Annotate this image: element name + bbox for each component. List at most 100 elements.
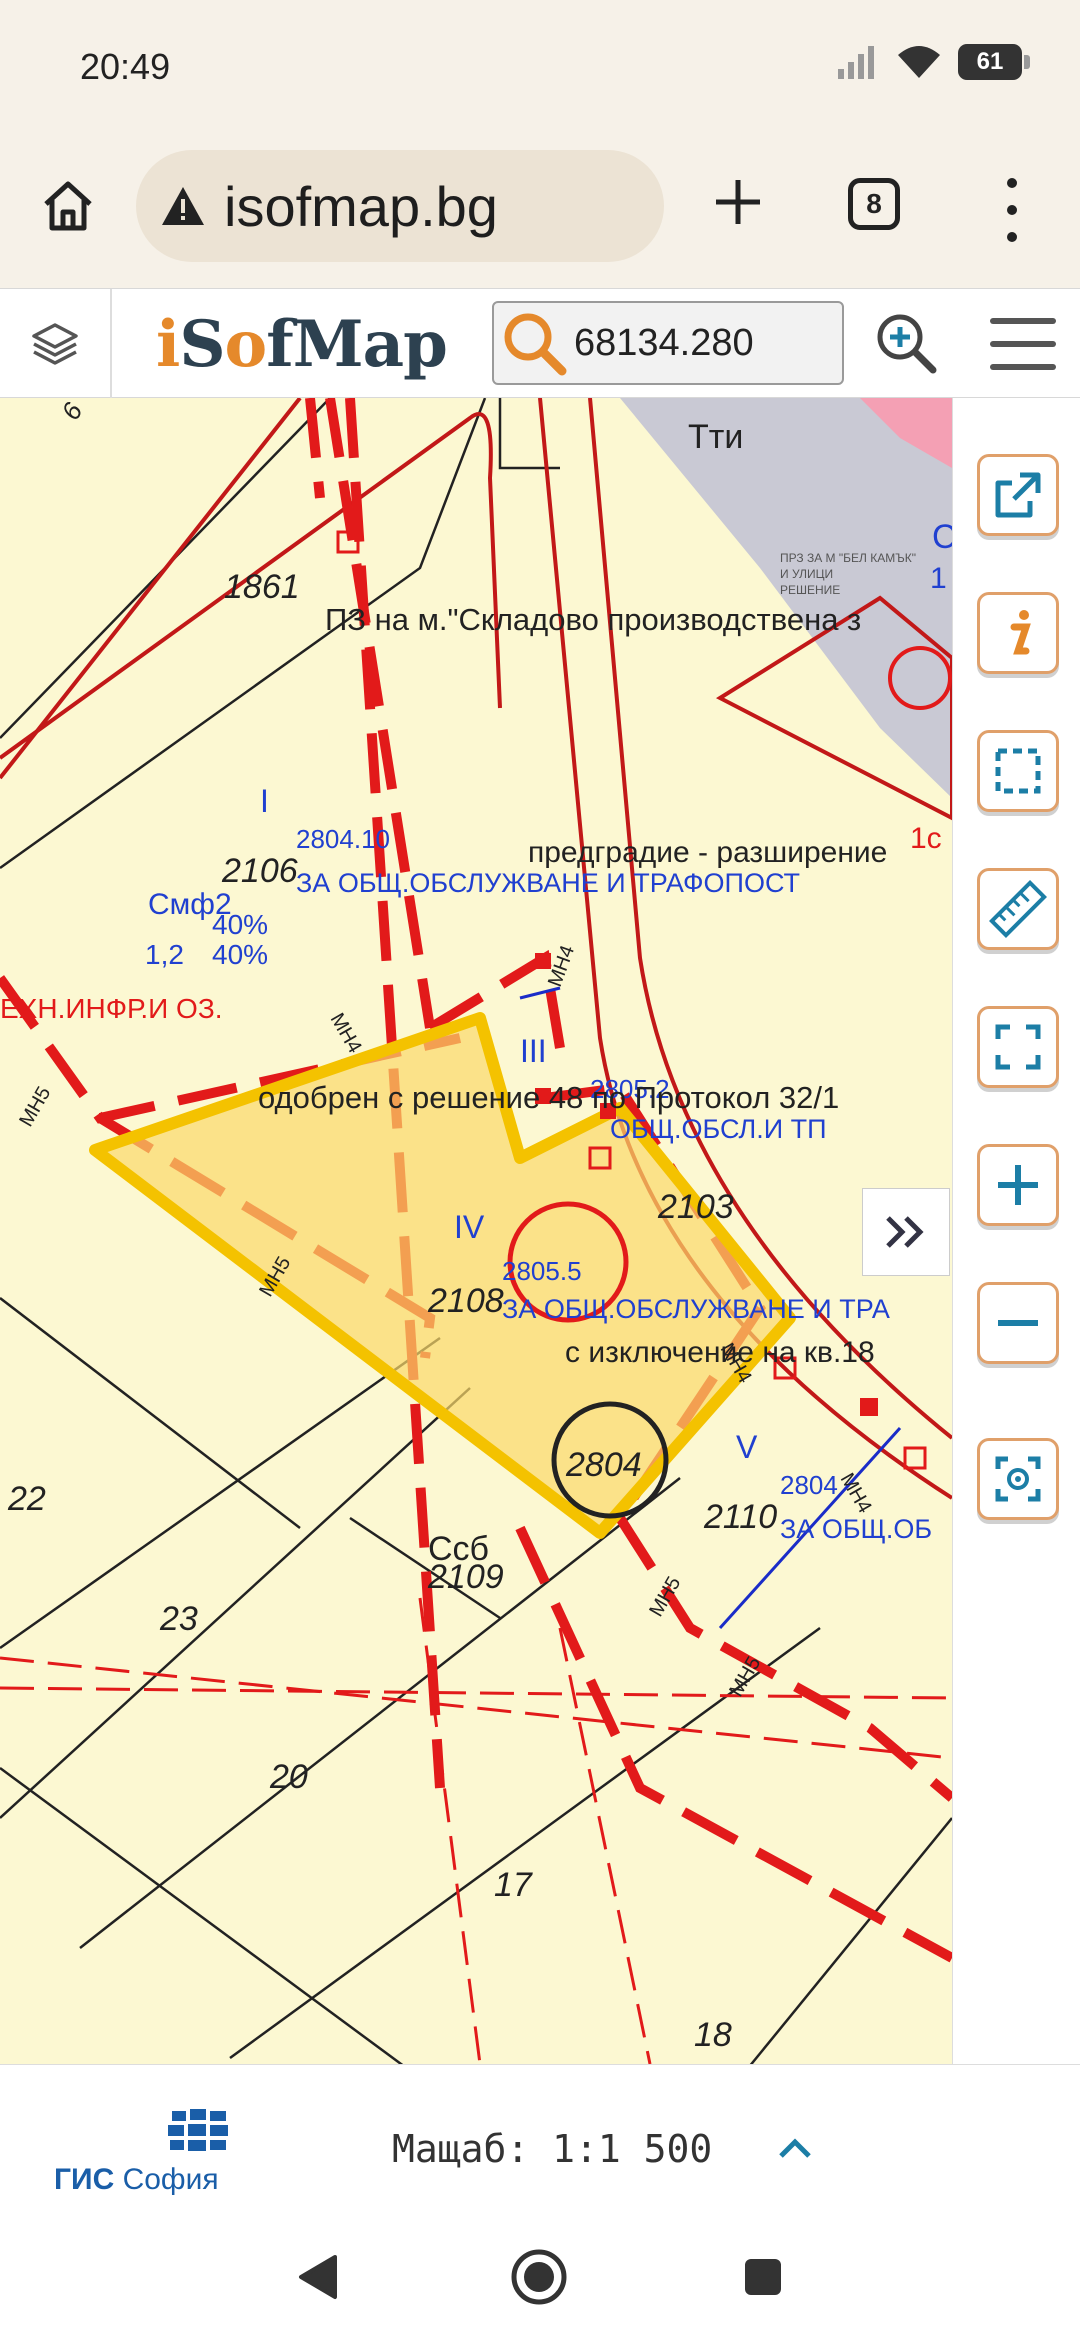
gis-city-text: София — [122, 2163, 219, 2196]
back-button[interactable] — [284, 2244, 350, 2310]
menu-dot-icon — [1007, 178, 1017, 189]
cadastral-map: Тти С 1 1с 1861 ПЗ на м."Складово произв… — [0, 398, 952, 2064]
usage-label-3: ЗА ОБЩ.ОБ — [780, 1514, 932, 1544]
mn5-label-d: МН5 — [725, 1653, 765, 1701]
plot-23-label: 23 — [159, 1600, 198, 1638]
plot-1861-label: 1861 — [224, 568, 300, 606]
zoom-out-button[interactable] — [977, 1282, 1059, 1364]
tech-infra-label: ЕХН.ИНФР.И ОЗ. — [0, 993, 223, 1024]
hamburger-line-icon — [990, 364, 1056, 371]
search-input[interactable] — [574, 321, 814, 365]
mn4-label-b: МН4 — [544, 942, 579, 989]
prz-label-3: РЕШЕНИЕ — [780, 583, 840, 597]
home-icon — [44, 181, 92, 231]
usage-label-2: ЗА ОБЩ.ОБСЛУЖВАНЕ И ТРА — [502, 1294, 890, 1324]
map-canvas[interactable]: Тти С 1 1с 1861 ПЗ на м."Складово произв… — [0, 398, 952, 2064]
ruler-icon — [989, 880, 1047, 938]
status-time: 20:49 — [80, 46, 171, 87]
warning-icon — [162, 187, 204, 225]
home-circle-icon — [511, 2249, 567, 2305]
chevron-up-icon — [779, 2138, 811, 2158]
zoom-in-button[interactable] — [977, 1144, 1059, 1226]
back-triangle-icon — [299, 2255, 337, 2299]
locate-button[interactable] — [977, 1438, 1059, 1520]
zoom-to-result-button[interactable] — [866, 303, 946, 383]
fullscreen-button[interactable] — [977, 1006, 1059, 1088]
scale-label: Мащаб: 1:1 500 — [392, 2127, 713, 2171]
menu-dot-icon — [1007, 204, 1017, 215]
select-area-button[interactable] — [977, 730, 1059, 812]
gis-brand-text: ГИС — [54, 2163, 115, 2196]
home-button[interactable] — [30, 168, 106, 244]
tab-switcher-button[interactable]: 8 — [848, 178, 900, 230]
mn4-label-a: МН4 — [326, 1010, 366, 1058]
layers-icon — [32, 323, 78, 365]
roman-iv-label: IV — [454, 1209, 485, 1245]
hamburger-line-icon — [990, 340, 1056, 347]
plot-2109-label: 2109 — [427, 1558, 504, 1596]
bottom-bar: ГИС София Мащаб: 1:1 500 — [0, 2064, 1080, 2214]
system-nav-bar — [0, 2214, 1080, 2340]
plot-17-label: 17 — [494, 1866, 533, 1904]
measure-button[interactable] — [977, 868, 1059, 950]
select-area-icon — [995, 748, 1041, 794]
double-chevron-right-icon — [886, 1216, 924, 1248]
plot-2108-label: 2108 — [427, 1282, 504, 1320]
locate-icon — [995, 1456, 1041, 1502]
app-menu-button[interactable] — [990, 309, 1056, 379]
roman-i-label: I — [260, 783, 269, 819]
zone-c-label: С — [932, 518, 952, 556]
plot-2106-label: 2106 — [221, 852, 298, 890]
usage-label-1: ЗА ОБЩ.ОБСЛУЖВАНЕ И ТРАФОПОСТ — [296, 868, 800, 898]
ratio-label: 1,2 — [145, 939, 184, 970]
search-button[interactable] — [494, 303, 574, 383]
app-toolbar: i So f Map — [0, 288, 1080, 399]
usage-tp-label: ОБЩ.ОБСЛ.И ТП — [610, 1114, 827, 1144]
layers-button[interactable] — [0, 289, 112, 399]
scale-toggle-button[interactable] — [770, 2123, 820, 2173]
plot-18-label: 18 — [694, 2016, 732, 2054]
browser-toolbar: isofmap.bg 8 — [0, 140, 1080, 288]
menu-dot-icon — [1007, 231, 1017, 242]
fullscreen-icon — [995, 1024, 1041, 1070]
logo-pin-o: o — [224, 306, 268, 382]
home-nav-button[interactable] — [506, 2244, 572, 2310]
search-icon — [504, 313, 567, 376]
road-area — [620, 398, 952, 798]
plot-2110-label: 2110 — [703, 1498, 777, 1536]
zoom-search-icon — [877, 314, 937, 374]
recents-button[interactable] — [730, 2244, 796, 2310]
roman-v-label: V — [736, 1429, 758, 1465]
battery-indicator: 61 — [958, 44, 1030, 80]
code-2804-label: 2804 — [780, 1470, 838, 1500]
info-button[interactable] — [977, 592, 1059, 674]
zoom-out-icon — [998, 1320, 1038, 1326]
address-bar[interactable]: isofmap.bg — [136, 150, 664, 262]
zoom-in-icon — [998, 1165, 1038, 1205]
zone-one-label: 1 — [930, 562, 947, 595]
pct-40b-label: 40% — [212, 939, 268, 970]
isofmap-logo[interactable]: i So f Map — [156, 299, 448, 389]
plot-2103-label: 2103 — [657, 1188, 734, 1226]
roman-iii-label: III — [520, 1033, 547, 1069]
info-icon — [1010, 610, 1031, 655]
pct-40a-label: 40% — [212, 909, 268, 940]
expand-panel-button[interactable] — [862, 1188, 950, 1276]
new-tab-button[interactable] — [700, 164, 776, 240]
plot-20-label: 20 — [269, 1758, 308, 1796]
gis-sofia-logo[interactable]: ГИС София — [54, 2105, 244, 2205]
approved-label: одобрен с решение 48 по Протокол 32/1 — [258, 1080, 839, 1115]
wifi-icon — [898, 46, 940, 78]
status-icons: 61 — [836, 44, 1030, 80]
plot-22-label: 22 — [7, 1480, 46, 1518]
browser-menu-button[interactable] — [990, 170, 1034, 250]
plan-title-label: ПЗ на м."Складово производствена з — [325, 602, 861, 637]
url-text: isofmap.bg — [224, 174, 498, 238]
search-box[interactable] — [492, 301, 844, 385]
signal-icon — [838, 46, 874, 79]
open-external-button[interactable] — [977, 454, 1059, 536]
suburb-label: предградие - разширение — [528, 836, 887, 869]
status-bar: 20:49 61 — [0, 0, 1080, 140]
recents-square-icon — [745, 2259, 781, 2295]
hamburger-line-icon — [990, 317, 1056, 324]
